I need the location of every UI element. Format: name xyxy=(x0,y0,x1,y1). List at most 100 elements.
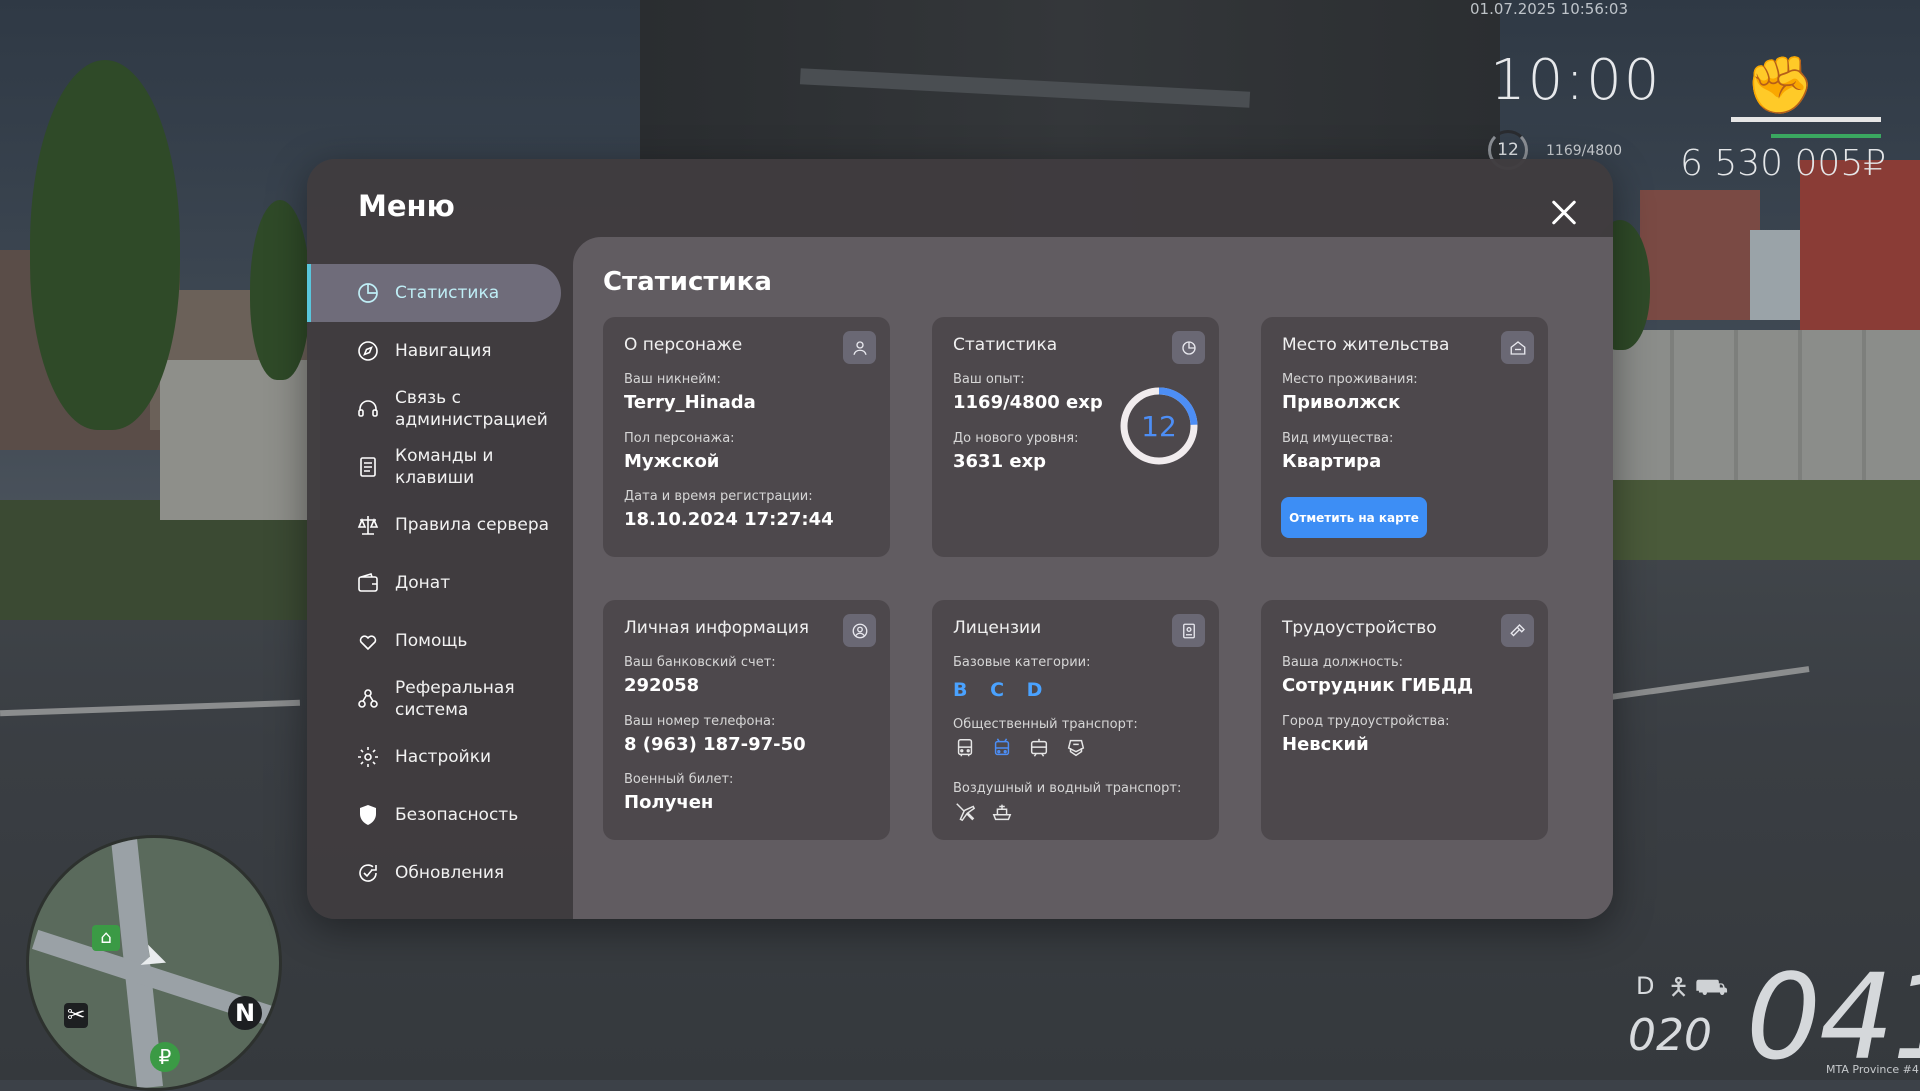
place-label: Место проживания: xyxy=(1282,372,1418,387)
gender-value: Мужской xyxy=(624,451,720,472)
headset-icon xyxy=(355,396,381,422)
hud-money: 6 530 005₽ xyxy=(1680,143,1887,184)
card-title: Трудоустройство xyxy=(1282,618,1437,638)
concrete-wall-left xyxy=(160,360,320,520)
tree xyxy=(250,200,310,380)
document-icon xyxy=(355,454,381,480)
sidebar: Статистика Навигация Связь с администрац… xyxy=(307,264,572,902)
sidebar-item-label: Безопасность xyxy=(395,805,519,825)
refresh-check-icon xyxy=(355,860,381,886)
sidebar-item-label: Навигация xyxy=(395,341,492,361)
hud-gear: D xyxy=(1636,972,1655,1000)
tree xyxy=(30,60,180,430)
place-value: Приволжск xyxy=(1282,392,1401,413)
concrete-fence-right xyxy=(1610,330,1920,480)
military-value: Получен xyxy=(624,792,714,813)
air-water-icons xyxy=(953,800,1014,824)
airplane-icon xyxy=(953,800,977,824)
tools-icon: ✂ xyxy=(64,1003,89,1028)
registration-value: 18.10.2024 17:27:44 xyxy=(624,509,834,530)
menu-window: Меню Статистика Навигация Связь с админи… xyxy=(307,159,1613,919)
sidebar-item-commands[interactable]: Команды и клавиши xyxy=(307,438,572,496)
exp-label: Ваш опыт: xyxy=(953,372,1025,387)
hud-datetime: 01.07.2025 10:56:03 xyxy=(1470,0,1629,18)
building-right-2 xyxy=(1800,160,1920,330)
card-title: Личная информация xyxy=(624,618,810,638)
property-type-value: Квартира xyxy=(1282,451,1382,472)
base-categories-label: Базовые категории: xyxy=(953,655,1091,670)
position-value: Сотрудник ГИБДД xyxy=(1282,675,1474,696)
public-transport-label: Общественный транспорт: xyxy=(953,717,1138,732)
building-right xyxy=(1640,190,1760,320)
card-title: Статистика xyxy=(953,335,1058,355)
gear-icon xyxy=(355,744,381,770)
sidebar-item-label: Помощь xyxy=(395,631,468,651)
house-icon: ⌂ xyxy=(92,925,120,951)
wallet-icon xyxy=(355,570,381,596)
server-name: MTA Province #4 xyxy=(1826,1063,1919,1076)
card-title: Место жительства xyxy=(1282,335,1450,355)
scales-icon xyxy=(355,512,381,538)
seatbelt-engine-icons: 🯅⛟ xyxy=(1668,973,1735,1001)
user-circle-icon xyxy=(843,614,876,647)
sidebar-item-updates[interactable]: Обновления xyxy=(307,844,572,902)
air-water-label: Воздушный и водный транспорт: xyxy=(953,781,1182,796)
sidebar-item-donate[interactable]: Донат xyxy=(307,554,572,612)
phone-value: 8 (963) 187-97-50 xyxy=(624,734,806,755)
close-button[interactable] xyxy=(1545,194,1583,232)
sidebar-item-rules[interactable]: Правила сервера xyxy=(307,496,572,554)
shield-icon xyxy=(355,802,381,828)
user-icon xyxy=(843,331,876,364)
sidebar-item-label: Правила сервера xyxy=(395,515,550,535)
sidebar-item-label: Донат xyxy=(395,573,451,593)
sidebar-item-label: Реферальная система xyxy=(395,678,515,720)
public-transport-icons xyxy=(953,736,1088,760)
sidebar-item-help[interactable]: Помощь xyxy=(307,612,572,670)
mark-on-map-button[interactable]: Отметить на карте xyxy=(1281,497,1427,538)
next-level-label: До нового уровня: xyxy=(953,431,1079,446)
nickname-value: Terry_Hinada xyxy=(624,392,756,413)
nickname-label: Ваш никнейм: xyxy=(624,372,721,387)
registration-label: Дата и время регистрации: xyxy=(624,489,813,504)
card-residence: Место жительства Место проживания: Приво… xyxy=(1261,317,1548,557)
card-character: О персонаже Ваш никнейм: Terry_Hinada По… xyxy=(603,317,890,557)
armor-bar xyxy=(1771,134,1881,138)
next-level-value: 3631 exp xyxy=(953,451,1047,472)
sidebar-item-settings[interactable]: Настройки xyxy=(307,728,572,786)
sidebar-item-label: Настройки xyxy=(395,747,492,767)
hud-fuel: 020 xyxy=(1628,1010,1712,1061)
gender-label: Пол персонажа: xyxy=(624,431,735,446)
card-employment: Трудоустройство Ваша должность: Сотрудни… xyxy=(1261,600,1548,840)
card-statistics: Статистика Ваш опыт: 1169/4800 exp До но… xyxy=(932,317,1219,557)
level-number: 12 xyxy=(1141,409,1177,443)
bus-icon xyxy=(953,736,977,760)
sidebar-item-navigation[interactable]: Навигация xyxy=(307,322,572,380)
property-type-label: Вид имущества: xyxy=(1282,431,1394,446)
id-card-icon xyxy=(1172,614,1205,647)
boat-icon xyxy=(990,800,1014,824)
sidebar-item-admin-contact[interactable]: Связь с администрацией xyxy=(307,380,572,438)
pie-chart-icon xyxy=(1172,331,1205,364)
sidebar-item-security[interactable]: Безопасность xyxy=(307,786,572,844)
job-city-label: Город трудоустройства: xyxy=(1282,714,1450,729)
grass-right xyxy=(1600,470,1920,560)
fist-icon: ✊ xyxy=(1745,53,1815,118)
content-panel: Статистика О персонаже Ваш никнейм: Terr… xyxy=(573,237,1613,919)
sidebar-item-statistics[interactable]: Статистика xyxy=(307,264,561,322)
sidebar-item-label: Команды и клавиши xyxy=(395,446,494,488)
compass-north: N xyxy=(228,996,262,1030)
menu-title: Меню xyxy=(358,189,455,223)
sidebar-item-referral[interactable]: Реферальная система xyxy=(307,670,572,728)
heart-hands-icon xyxy=(355,628,381,654)
base-categories-value: B C D xyxy=(953,679,1051,701)
ruble-icon: ₽ xyxy=(150,1042,180,1072)
exp-value: 1169/4800 exp xyxy=(953,392,1103,413)
sidebar-item-label: Статистика xyxy=(395,283,500,303)
card-licenses: Лицензии Базовые категории: B C D Общест… xyxy=(932,600,1219,840)
military-label: Военный билет: xyxy=(624,772,734,787)
tram-icon xyxy=(1027,736,1051,760)
phone-label: Ваш номер телефона: xyxy=(624,714,776,729)
health-bar xyxy=(1731,117,1881,122)
bank-value: 292058 xyxy=(624,675,700,696)
card-title: Лицензии xyxy=(953,618,1042,638)
